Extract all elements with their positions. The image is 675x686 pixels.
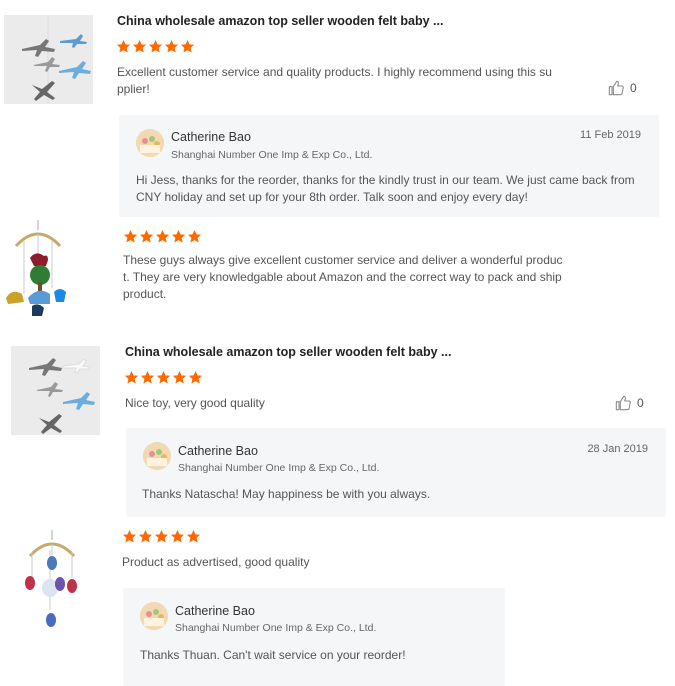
star-rating [116,39,195,54]
like-button[interactable]: 0 [615,395,644,411]
baby-mobile-image [6,220,66,316]
star-icon [164,39,179,53]
thumbs-up-icon [608,80,624,96]
seller-reply: Catherine Bao Shanghai Number One Imp & … [119,115,659,217]
replier-company: Shanghai Number One Imp & Exp Co., Ltd. [171,149,373,161]
seller-reply: Catherine Bao Shanghai Number One Imp & … [123,588,505,686]
replier-name: Catherine Bao [175,604,255,618]
star-icon [116,39,131,53]
review-text: These guys always give excellent custome… [123,253,563,301]
star-icon [138,529,153,543]
review-text: Nice toy, very good quality [125,396,265,410]
like-count: 0 [637,396,644,410]
airplane-mobile-image [4,15,93,104]
replier-company: Shanghai Number One Imp & Exp Co., Ltd. [175,622,377,634]
product-title[interactable]: China wholesale amazon top seller wooden… [125,345,451,359]
star-icon [132,39,147,53]
product-thumbnail[interactable] [4,15,93,104]
star-icon [156,370,171,384]
reply-text: Hi Jess, thanks for the reorder, thanks … [136,173,635,204]
star-rating [124,370,203,385]
star-icon [171,229,186,243]
star-icon [172,370,187,384]
star-icon [148,39,163,53]
star-icon [188,370,203,384]
reply-text: Thanks Thuan. Can't wait service on your… [140,648,406,662]
star-rating [122,529,201,544]
thumbs-up-icon [615,395,631,411]
star-icon [122,529,137,543]
like-count: 0 [630,81,637,95]
product-thumbnail[interactable] [2,220,82,320]
star-icon [155,229,170,243]
review-text: Excellent customer service and quality p… [117,65,552,96]
reply-text: Thanks Natascha! May happiness be with y… [142,487,431,501]
product-title[interactable]: China wholesale amazon top seller wooden… [117,14,443,28]
replier-company: Shanghai Number One Imp & Exp Co., Ltd. [178,462,380,474]
airplane-mobile-image [11,346,100,435]
star-icon [154,529,169,543]
reply-date: 11 Feb 2019 [580,129,641,141]
star-icon [170,529,185,543]
star-icon [186,529,201,543]
star-icon [123,229,138,243]
like-button[interactable]: 0 [608,80,637,96]
star-icon [187,229,202,243]
product-thumbnail[interactable] [20,530,82,634]
avatar [143,442,171,470]
star-rating [123,229,202,244]
star-icon [140,370,155,384]
star-icon [139,229,154,243]
avatar [136,129,164,157]
star-icon [124,370,139,384]
review-text: Product as advertised, good quality [122,555,310,569]
avatar [140,602,168,630]
seller-reply: Catherine Bao Shanghai Number One Imp & … [126,428,666,517]
replier-name: Catherine Bao [171,130,251,144]
reply-date: 28 Jan 2019 [587,443,648,455]
star-icon [180,39,195,53]
product-thumbnail[interactable] [11,346,100,435]
balloon-mobile-image [25,530,77,627]
replier-name: Catherine Bao [178,444,258,458]
